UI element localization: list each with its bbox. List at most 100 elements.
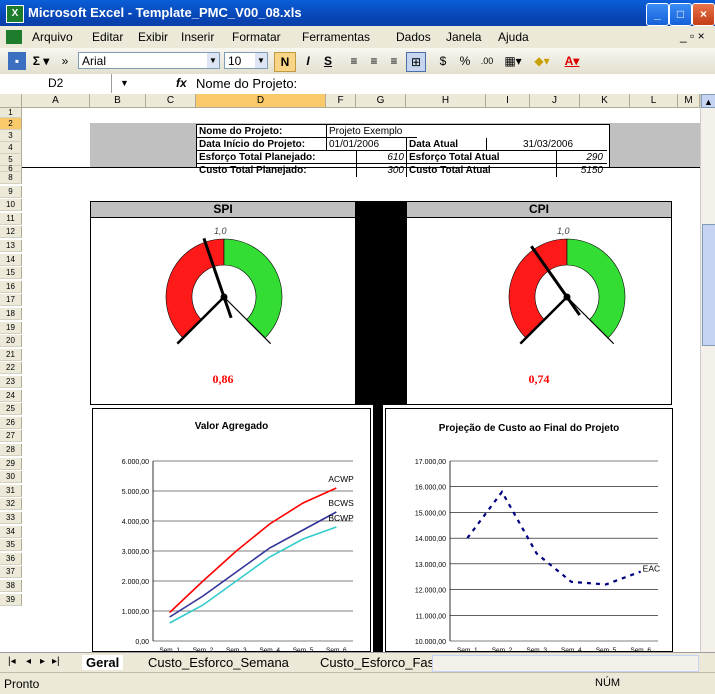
row-header-32[interactable]: 32: [0, 498, 22, 511]
font-size-select[interactable]: 10 ▼: [224, 52, 268, 69]
row-header-16[interactable]: 16: [0, 280, 22, 293]
row-header-31[interactable]: 31: [0, 484, 22, 497]
planned-effort-value[interactable]: 610: [357, 151, 407, 164]
row-header-3[interactable]: 3: [0, 130, 22, 142]
row-header-8[interactable]: 8: [0, 172, 22, 184]
current-date-value[interactable]: 31/03/2006: [487, 138, 607, 151]
underline-button[interactable]: S: [320, 52, 336, 70]
excel-app-icon[interactable]: X: [6, 5, 24, 23]
row-header-9[interactable]: 9: [0, 185, 22, 198]
column-header-h[interactable]: H: [406, 94, 486, 108]
tab-nav-first-icon[interactable]: |◂: [8, 656, 16, 667]
tab-custo-esforco-semana[interactable]: Custo_Esforco_Semana: [148, 655, 289, 670]
row-header-21[interactable]: 21: [0, 348, 22, 361]
row-header-20[interactable]: 20: [0, 335, 22, 348]
scroll-up-icon[interactable]: ▲: [701, 94, 715, 108]
row-header-14[interactable]: 14: [0, 253, 22, 266]
row-header-30[interactable]: 30: [0, 471, 22, 484]
row-header-25[interactable]: 25: [0, 403, 22, 416]
actual-cost-value[interactable]: 5150: [557, 164, 607, 177]
italic-button[interactable]: I: [300, 52, 316, 70]
horizontal-scrollbar[interactable]: [432, 655, 699, 672]
select-all-corner[interactable]: [0, 94, 22, 108]
row-header-17[interactable]: 17: [0, 294, 22, 307]
row-header-15[interactable]: 15: [0, 267, 22, 280]
menu-exibir[interactable]: Exibir: [138, 30, 168, 44]
maximize-button[interactable]: □: [669, 3, 692, 26]
menu-janela[interactable]: Janela: [446, 30, 481, 44]
tab-geral[interactable]: Geral: [82, 655, 124, 670]
menu-dados[interactable]: Dados: [396, 30, 431, 44]
row-header-37[interactable]: 37: [0, 566, 22, 579]
start-date-value[interactable]: 01/01/2006: [327, 138, 407, 151]
align-left-icon[interactable]: ≡: [346, 52, 362, 70]
menu-arquivo[interactable]: Arquivo: [32, 30, 73, 44]
row-header-22[interactable]: 22: [0, 362, 22, 375]
column-header-c[interactable]: C: [146, 94, 196, 108]
row-header-23[interactable]: 23: [0, 376, 22, 388]
align-center-icon[interactable]: ≡: [366, 52, 382, 70]
menu-ajuda[interactable]: Ajuda: [498, 30, 529, 44]
menu-ferramentas[interactable]: Ferramentas: [302, 30, 370, 44]
bold-button[interactable]: N: [274, 52, 296, 72]
close-button[interactable]: ×: [692, 3, 715, 26]
row-header-35[interactable]: 35: [0, 539, 22, 552]
workbook-icon[interactable]: [6, 30, 22, 44]
chevron-down-icon[interactable]: ▼: [255, 53, 267, 68]
tab-nav-prev-icon[interactable]: ◂: [26, 656, 31, 667]
font-name-select[interactable]: Arial ▼: [78, 52, 220, 69]
projecao-custo-chart[interactable]: Projeção de Custo ao Final do Projeto 10…: [385, 408, 673, 652]
valor-agregado-chart[interactable]: Valor Agregado 0,00 1.000,00 2.000,00 3.000…: [92, 408, 371, 652]
borders-icon[interactable]: ▦▾: [502, 52, 524, 70]
spi-panel[interactable]: SPI 1,0 0,86: [90, 201, 356, 405]
row-header-39[interactable]: 39: [0, 593, 22, 606]
row-header-28[interactable]: 28: [0, 444, 22, 456]
name-box-dropdown-icon[interactable]: ▼: [120, 78, 129, 88]
menu-inserir[interactable]: Inserir: [181, 30, 214, 44]
row-header-38[interactable]: 38: [0, 580, 22, 592]
save-icon[interactable]: ▪: [8, 52, 26, 70]
scroll-thumb[interactable]: [702, 224, 715, 346]
row-header-13[interactable]: 13: [0, 240, 22, 252]
font-color-icon[interactable]: A▾: [560, 52, 584, 70]
row-header-34[interactable]: 34: [0, 525, 22, 538]
planned-cost-value[interactable]: 300: [357, 164, 407, 177]
row-header-4[interactable]: 4: [0, 142, 22, 154]
toolbar-options-icon[interactable]: »: [60, 52, 70, 70]
project-name-value[interactable]: Projeto Exemplo: [327, 125, 417, 138]
formula-input[interactable]: Nome do Projeto:: [196, 76, 297, 91]
fx-icon[interactable]: fx: [176, 76, 187, 90]
currency-icon[interactable]: $: [434, 52, 452, 70]
tab-nav-last-icon[interactable]: ▸|: [52, 656, 60, 667]
row-header-12[interactable]: 12: [0, 226, 22, 239]
row-header-2[interactable]: 2: [0, 118, 22, 130]
fill-color-icon[interactable]: ◆▾: [530, 52, 554, 70]
column-header-i[interactable]: I: [486, 94, 530, 108]
column-header-g[interactable]: G: [356, 94, 406, 108]
percent-button[interactable]: %: [458, 52, 472, 70]
row-header-19[interactable]: 19: [0, 321, 22, 334]
autosum-icon[interactable]: Σ ▾: [30, 52, 52, 70]
column-header-l[interactable]: L: [630, 94, 678, 108]
row-header-11[interactable]: 11: [0, 212, 22, 225]
row-header-10[interactable]: 10: [0, 199, 22, 212]
tab-nav-next-icon[interactable]: ▸: [40, 656, 45, 667]
column-header-j[interactable]: J: [530, 94, 580, 108]
worksheet-grid[interactable]: Nome do Projeto: Projeto Exemplo Data In…: [22, 108, 700, 652]
restore-doc-icon[interactable]: _ ▫ ×: [680, 29, 705, 43]
column-header-k[interactable]: K: [580, 94, 630, 108]
merge-center-icon[interactable]: ⊞: [406, 52, 426, 72]
column-header-b[interactable]: B: [90, 94, 146, 108]
row-header-1[interactable]: 1: [0, 108, 22, 118]
vertical-scrollbar[interactable]: ▲: [700, 94, 715, 652]
actual-effort-value[interactable]: 290: [557, 151, 607, 164]
tab-custo-esforco-fas[interactable]: Custo_Esforco_Fas: [320, 655, 434, 670]
chevron-down-icon[interactable]: ▼: [207, 53, 219, 68]
column-header-d[interactable]: D: [196, 94, 326, 108]
row-header-18[interactable]: 18: [0, 308, 22, 320]
row-header-29[interactable]: 29: [0, 457, 22, 470]
row-header-24[interactable]: 24: [0, 389, 22, 402]
menu-formatar[interactable]: Formatar: [232, 30, 281, 44]
column-header-a[interactable]: A: [22, 94, 90, 108]
row-header-26[interactable]: 26: [0, 416, 22, 429]
